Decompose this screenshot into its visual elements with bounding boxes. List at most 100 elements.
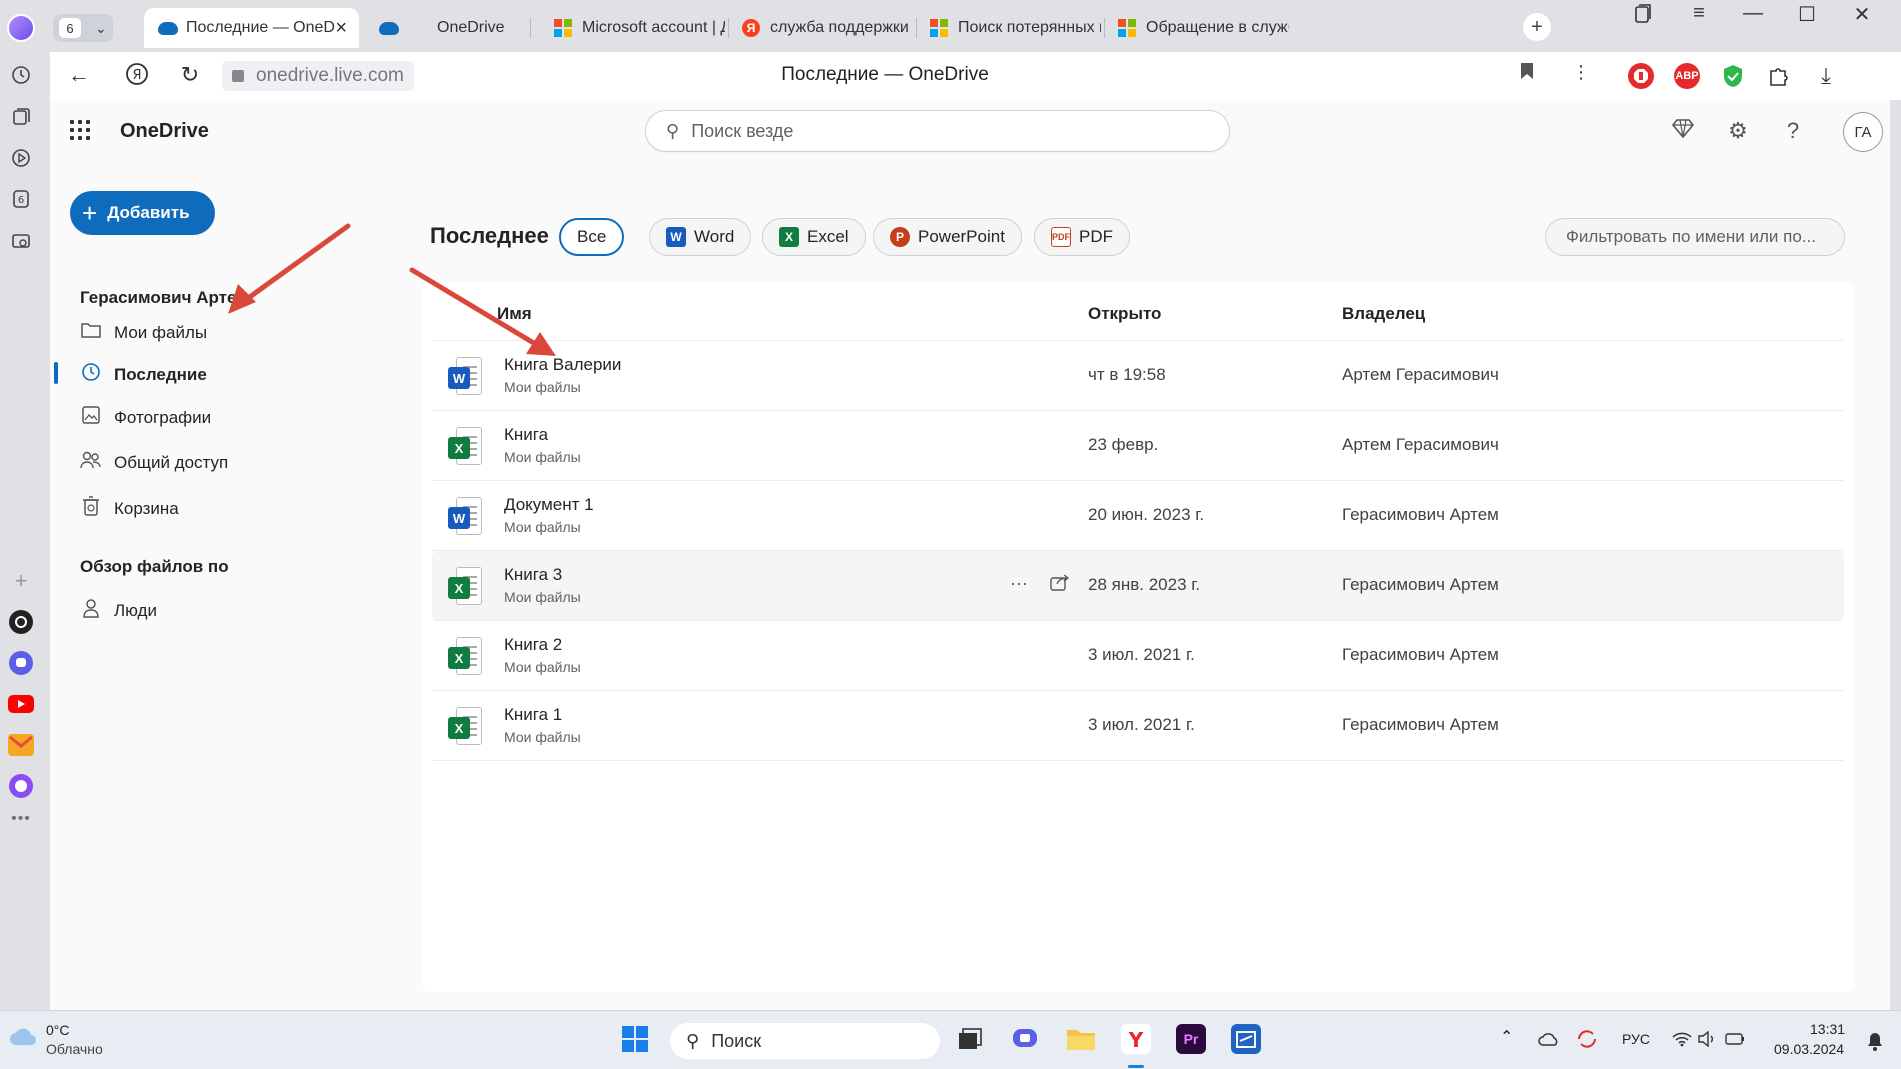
close-window-icon[interactable]: ✕ [1842, 2, 1882, 27]
onedrive-tray-icon[interactable] [1538, 1032, 1560, 1051]
column-opened[interactable]: Открыто [1088, 304, 1161, 324]
file-explorer-icon[interactable] [1066, 1024, 1096, 1054]
bookmark-icon[interactable] [1512, 62, 1542, 85]
file-name[interactable]: Книга 1 [504, 705, 562, 725]
clock-date[interactable]: 09.03.2024 [1774, 1041, 1844, 1057]
column-name[interactable]: Имя [497, 304, 532, 324]
account-name[interactable]: Герасимович Артем [80, 288, 249, 308]
filter-powerpoint[interactable]: P PowerPoint [873, 218, 1022, 256]
file-row[interactable]: W Книга Валерии Мои файлы чт в 19:58 Арт… [432, 341, 1844, 411]
nav-label: Последние [114, 364, 207, 384]
abp-icon[interactable]: ABP [1674, 63, 1700, 89]
chevron-up-icon[interactable]: ⌃ [1500, 1027, 1513, 1047]
more-icon[interactable]: ••• [8, 806, 34, 832]
messenger-icon[interactable] [8, 650, 34, 676]
tab-microsoft-account[interactable]: Microsoft account | Дом [540, 8, 725, 48]
file-row[interactable]: X Книга Мои файлы 23 февр. Артем Герасим… [432, 411, 1844, 481]
file-name[interactable]: Книга 3 [504, 565, 562, 585]
notification-bell-icon[interactable] [1866, 1031, 1884, 1056]
adblock-icon[interactable] [1628, 63, 1654, 89]
file-row[interactable]: X Книга 1 Мои файлы 3 июл. 2021 г. Герас… [432, 691, 1844, 761]
share-icon[interactable] [1050, 573, 1070, 596]
minimize-icon[interactable]: — [1733, 2, 1773, 25]
menu-icon[interactable]: ≡ [1679, 2, 1719, 25]
wifi-icon[interactable] [1672, 1031, 1692, 1052]
shield-icon[interactable] [1720, 63, 1746, 89]
app-launcher-icon[interactable] [70, 120, 90, 140]
premium-diamond-icon[interactable] [1668, 118, 1698, 144]
file-name[interactable]: Книга [504, 425, 548, 445]
excel-file-icon: X [448, 637, 482, 675]
word-file-icon: W [448, 357, 482, 395]
settings-gear-icon[interactable]: ⚙ [1723, 118, 1753, 144]
file-name[interactable]: Документ 1 [504, 495, 594, 515]
task-view-icon[interactable] [955, 1024, 985, 1054]
browser-sidebar: 6 + ••• [0, 0, 50, 1010]
nav-people[interactable]: Люди [80, 598, 157, 623]
sync-tray-icon[interactable] [1576, 1029, 1598, 1054]
tab-count-button[interactable]: 6 ⌄ [53, 14, 113, 42]
premiere-pro-icon[interactable]: Pr [1176, 1024, 1206, 1054]
nav-recycle-bin[interactable]: Корзина [80, 496, 179, 521]
yandex-browser-icon[interactable]: Y [1121, 1024, 1151, 1054]
nav-my-files[interactable]: Мои файлы [80, 322, 207, 343]
tab-support-request[interactable]: Обращение в службу п [1104, 8, 1289, 48]
tabs-count-icon[interactable]: 6 [8, 186, 34, 212]
tab-yandex-support[interactable]: Я служба поддержки On [728, 8, 913, 48]
excel-file-icon: X [448, 427, 482, 465]
close-tab-icon[interactable]: × [335, 17, 347, 40]
new-tab-button[interactable]: + [1523, 13, 1551, 41]
help-icon[interactable]: ? [1778, 118, 1808, 144]
start-windows-icon[interactable] [620, 1024, 650, 1054]
bookmarks-panel-icon[interactable] [1623, 4, 1663, 30]
profile-avatar[interactable] [7, 14, 35, 42]
app-brand[interactable]: OneDrive [120, 120, 209, 143]
screenshot-icon[interactable] [8, 228, 34, 254]
more-vertical-icon[interactable]: ⋮ [1566, 62, 1596, 83]
file-opened: 3 июл. 2021 г. [1088, 645, 1195, 664]
collections-icon[interactable] [8, 104, 34, 130]
play-icon[interactable] [8, 145, 34, 171]
taskbar-search[interactable]: ⚲ Поиск [670, 1023, 940, 1059]
tab-onedrive-recent[interactable]: Последние — OneD × [144, 8, 359, 48]
extensions-icon[interactable] [1766, 63, 1792, 89]
nav-recent[interactable]: Последние [80, 362, 207, 387]
address-bar: ← Я ↻ onedrive.live.com Последние — OneD… [50, 52, 1901, 100]
file-location: Мои файлы [504, 519, 581, 535]
more-actions-icon[interactable]: ··· [1010, 573, 1028, 594]
maximize-icon[interactable]: ☐ [1787, 2, 1827, 27]
history-icon[interactable] [8, 62, 34, 88]
file-row[interactable]: X Книга 2 Мои файлы 3 июл. 2021 г. Герас… [432, 621, 1844, 691]
alice-icon[interactable] [8, 773, 34, 799]
filter-pdf[interactable]: PDF PDF [1034, 218, 1130, 256]
input-language[interactable]: РУС [1622, 1031, 1650, 1047]
battery-icon[interactable] [1724, 1031, 1746, 1052]
file-row[interactable]: W Документ 1 Мои файлы 20 июн. 2023 г. Г… [432, 481, 1844, 551]
filter-word[interactable]: W Word [649, 218, 752, 256]
alice-chat-icon[interactable] [8, 609, 34, 635]
nav-photos[interactable]: Фотографии [80, 406, 211, 429]
search-input[interactable]: ⚲ Поиск везде [645, 110, 1230, 152]
filter-excel[interactable]: X Excel [762, 218, 866, 256]
tab-onedrive[interactable]: OneDrive [365, 8, 530, 48]
filter-all[interactable]: Все [559, 218, 625, 256]
weather-temperature[interactable]: 0°C [46, 1022, 70, 1038]
column-owner[interactable]: Владелец [1342, 304, 1425, 324]
file-name[interactable]: Книга 2 [504, 635, 562, 655]
youtube-icon[interactable] [8, 691, 34, 717]
teams-chat-icon[interactable] [1010, 1024, 1040, 1054]
volume-icon[interactable] [1698, 1030, 1716, 1052]
mail-icon[interactable] [8, 732, 34, 758]
add-panel-icon[interactable]: + [8, 568, 34, 594]
filter-by-name-input[interactable]: Фильтровать по имени или по... [1545, 218, 1845, 256]
user-avatar[interactable]: ГА [1843, 112, 1883, 152]
nav-shared[interactable]: Общий доступ [80, 451, 228, 474]
add-button[interactable]: + Добавить [70, 191, 215, 235]
store-app-icon[interactable] [1231, 1024, 1261, 1054]
file-name[interactable]: Книга Валерии [504, 355, 621, 375]
download-icon[interactable]: ⤓ [1813, 63, 1839, 89]
page-title: Последние — OneDrive [781, 64, 989, 85]
clock-time[interactable]: 13:31 [1810, 1021, 1845, 1037]
tab-lost-search[interactable]: Поиск потерянных или [916, 8, 1101, 48]
file-row-hovered[interactable]: X Книга 3 Мои файлы ··· 28 янв. 2023 г. … [432, 551, 1844, 621]
